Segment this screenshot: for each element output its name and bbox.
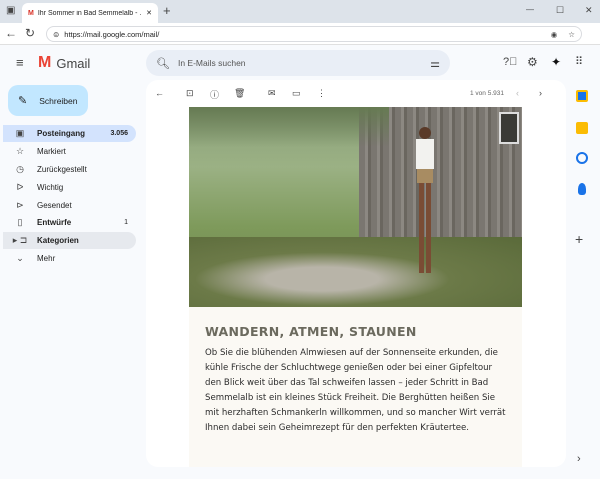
new-tab-button[interactable]: +	[163, 3, 171, 18]
sidebar-item-posteingang[interactable]: ▣ Posteingang 3.056	[3, 125, 136, 142]
inbox-icon: ▣	[15, 128, 25, 138]
browser-tab[interactable]: M Ihr Sommer in Bad Semmelalb - ... ✕	[22, 3, 158, 23]
main-menu-icon[interactable]: ≡	[16, 55, 24, 70]
maximize-button[interactable]: ☐	[556, 5, 564, 16]
side-panel: + ›	[566, 80, 600, 479]
apps-grid-icon[interactable]: ⠿	[575, 55, 583, 68]
search-options-icon[interactable]: ⚌	[430, 57, 440, 70]
email-text-section: WANDERN, ATMEN, STAUNEN Ob Sie die blühe…	[189, 307, 522, 467]
nav-label: Zurückgestellt	[37, 165, 87, 174]
sidebar-item-mehr[interactable]: ⌄ Mehr	[3, 250, 136, 267]
hiker-shorts	[417, 169, 433, 183]
hiker-legs	[419, 183, 431, 273]
gmail-logo-text: Gmail	[56, 55, 91, 71]
section-body: Ob Sie die blühenden Almwiesen auf der S…	[205, 348, 506, 433]
sidebar-item-wichtig[interactable]: ᐅ Wichtig	[3, 179, 136, 196]
calendar-icon[interactable]	[576, 90, 588, 102]
mark-unread-icon[interactable]: ✉	[268, 88, 276, 99]
sidebar-item-entwuerfe[interactable]: ▯ Entwürfe 1	[3, 214, 136, 231]
move-to-icon[interactable]: ▭	[292, 88, 301, 99]
clock-icon: ◷	[16, 164, 24, 174]
nav-label: Mehr	[37, 254, 56, 263]
archive-icon[interactable]: ⊡	[186, 88, 194, 99]
settings-gear-icon[interactable]: ⚙	[527, 55, 538, 69]
more-options-icon[interactable]: ⋮	[317, 88, 326, 99]
nav-count: 3.056	[110, 130, 128, 137]
search-input[interactable]: 🔍︎ In E-Mails suchen ⚌	[146, 50, 450, 76]
nav-label: Kategorien	[37, 236, 79, 245]
search-icon[interactable]: 🔍︎	[156, 57, 170, 70]
hiker-shirt	[416, 139, 434, 169]
tab-title: Ihr Sommer in Bad Semmelalb - ...	[37, 9, 143, 17]
minimize-button[interactable]: —	[526, 5, 534, 14]
nav-label: Posteingang	[37, 129, 86, 138]
sidebar-item-gesendet[interactable]: ⊳ Gesendet	[3, 197, 136, 214]
compose-button[interactable]: ✎ Schreiben	[8, 85, 88, 116]
sidebar-item-zurueckgestellt[interactable]: ◷ Zurückgestellt	[3, 161, 136, 178]
hut-window	[499, 112, 519, 144]
back-to-inbox-icon[interactable]: ←	[155, 88, 164, 98]
keep-icon[interactable]	[576, 122, 588, 134]
gmail-m-icon: M	[38, 54, 52, 71]
pencil-icon: ✎	[18, 95, 28, 107]
send-icon: ⊳	[16, 200, 24, 210]
browser-tab-bar: ▣ M Ihr Sommer in Bad Semmelalb - ... ✕ …	[0, 0, 600, 23]
sidebar-item-kategorien[interactable]: ▸ ⊐ Kategorien	[3, 232, 136, 249]
help-icon[interactable]: ?⃝	[503, 56, 517, 68]
close-window-button[interactable]: ✕	[585, 5, 593, 16]
email-view: ← ⊡ ⓘ 🗑︎ ✉ ▭ ⋮ 1 von 5.931 ‹ › WANDERN, …	[146, 80, 566, 467]
delete-icon[interactable]: 🗑︎	[234, 88, 245, 99]
older-icon[interactable]: ›	[539, 88, 542, 98]
sidebar-item-markiert[interactable]: ☆ Markiert	[3, 143, 136, 160]
hillside	[189, 107, 389, 147]
hero-image	[189, 107, 522, 307]
site-info-icon[interactable]: ⊜	[53, 30, 59, 39]
pagination-text: 1 von 5.931	[470, 90, 504, 97]
url-field[interactable]: ⊜ https://mail.google.com/mail/ ◉ ☆	[46, 26, 582, 42]
contacts-icon[interactable]	[578, 183, 586, 195]
important-icon: ᐅ	[16, 182, 24, 192]
report-spam-icon[interactable]: ⓘ	[210, 88, 219, 101]
search-placeholder: In E-Mails suchen	[177, 58, 246, 68]
tasks-icon[interactable]	[576, 152, 588, 164]
nav-label: Wichtig	[37, 183, 64, 192]
eye-icon[interactable]: ◉	[551, 30, 558, 39]
gmail-favicon-icon: M	[28, 9, 34, 17]
add-addon-icon[interactable]: +	[575, 231, 583, 247]
tab-actions-icon[interactable]: ▣	[6, 5, 15, 16]
reload-icon[interactable]: ↻	[25, 26, 35, 40]
nav-count: 1	[124, 219, 128, 226]
bookmark-star-icon[interactable]: ☆	[568, 30, 575, 39]
gmail-logo[interactable]: M Gmail	[38, 54, 90, 72]
nav-label: Markiert	[37, 147, 66, 156]
section-heading: WANDERN, ATMEN, STAUNEN	[205, 324, 417, 339]
nav-label: Entwürfe	[37, 218, 72, 227]
email-toolbar: ← ⊡ ⓘ 🗑︎ ✉ ▭ ⋮ 1 von 5.931 ‹ ›	[146, 80, 566, 107]
hide-panel-icon[interactable]: ›	[577, 453, 581, 465]
chevron-down-icon: ⌄	[16, 253, 24, 263]
newer-icon[interactable]: ‹	[516, 88, 519, 98]
gemini-icon[interactable]: ✦	[551, 55, 561, 69]
rocky-ground	[189, 237, 522, 307]
close-tab-icon[interactable]: ✕	[146, 9, 152, 17]
star-icon: ☆	[15, 146, 25, 156]
nav-label: Gesendet	[37, 201, 72, 210]
hiker-head	[419, 127, 431, 139]
label-icon: ▸ ⊐	[12, 235, 28, 245]
compose-label: Schreiben	[39, 95, 78, 106]
back-icon[interactable]: ←	[5, 26, 17, 40]
draft-icon: ▯	[17, 217, 23, 227]
url-text: https://mail.google.com/mail/	[64, 29, 160, 39]
